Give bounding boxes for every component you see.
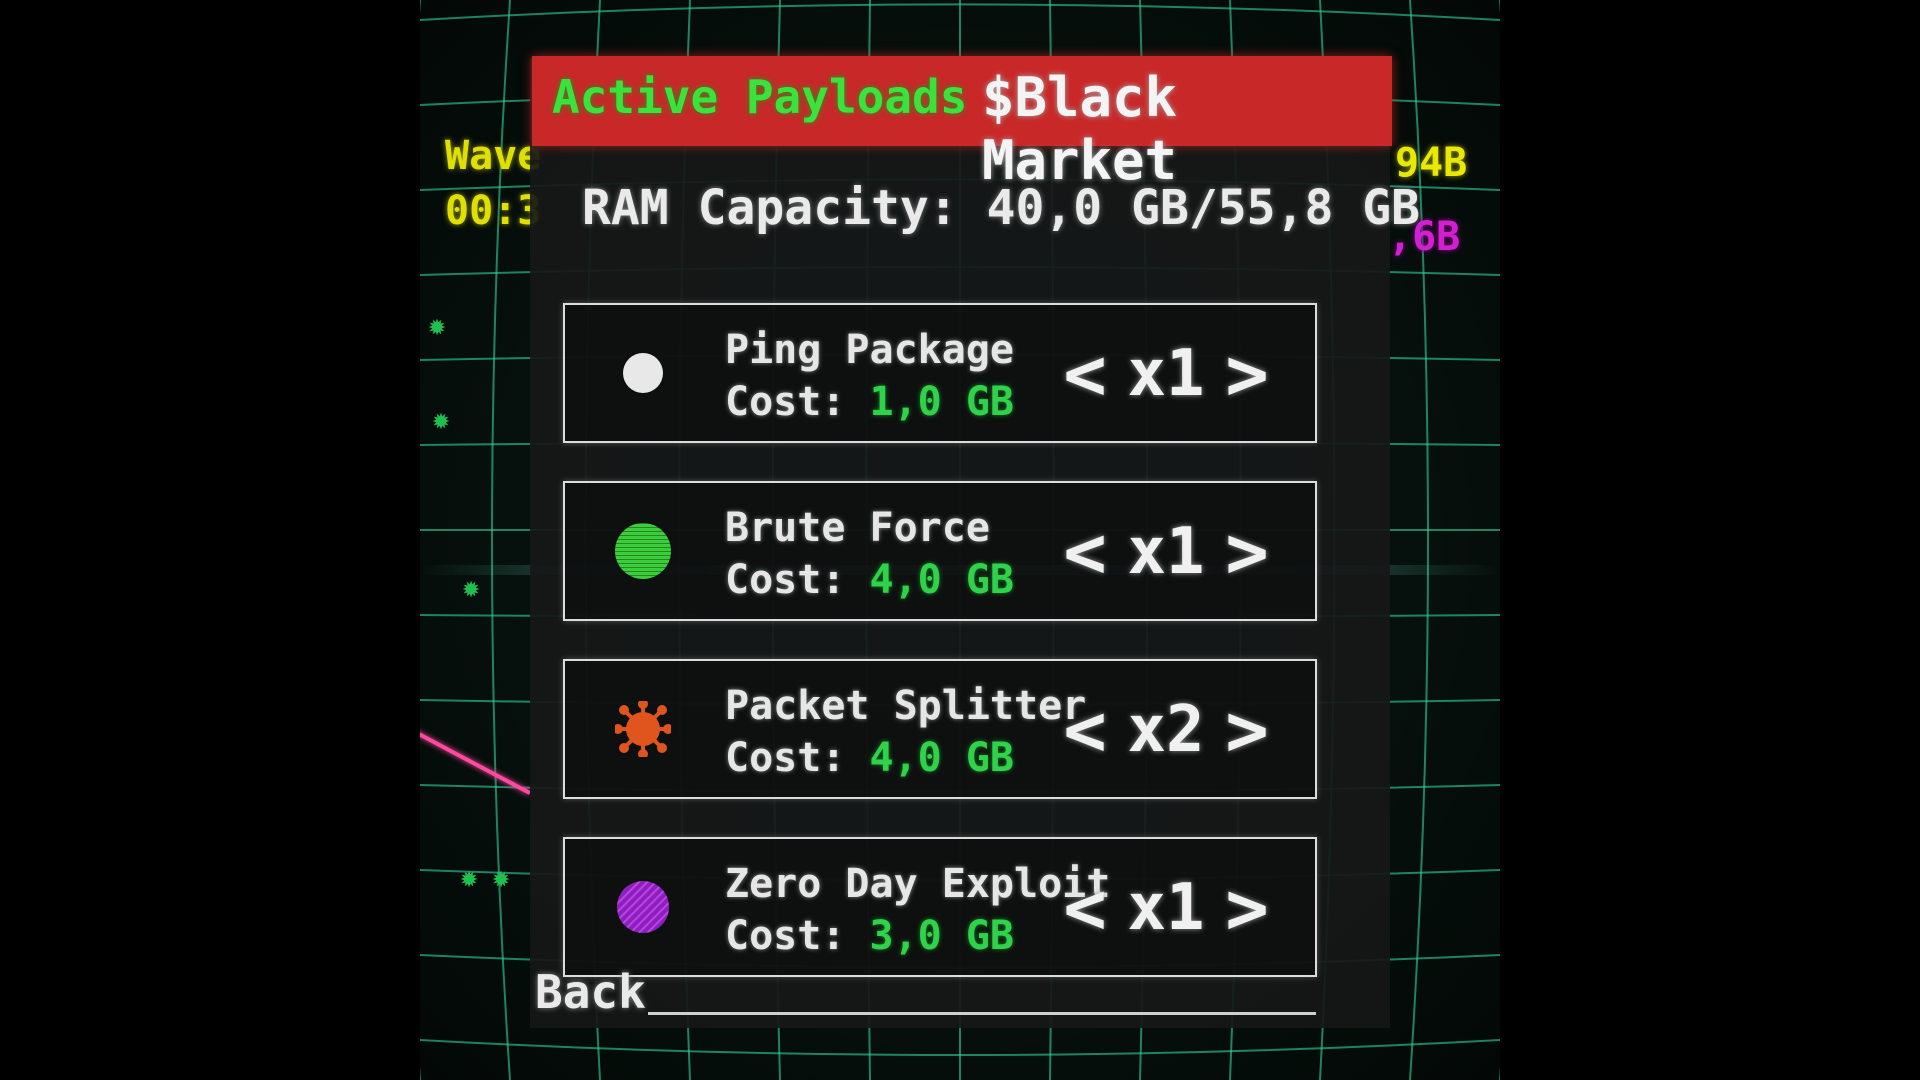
quantity-value: x1: [1127, 515, 1205, 589]
virus-enemy-icon: ✹: [432, 402, 451, 437]
orange-virus-icon: [615, 701, 671, 757]
virus-enemy-icon: ✹: [492, 860, 511, 895]
quantity-stepper: < x2 >: [1060, 693, 1272, 767]
quantity-value: x2: [1127, 693, 1205, 767]
quantity-value: x1: [1127, 337, 1205, 411]
cost-value: 1,0 GB: [869, 379, 1015, 425]
game-screen: Wave 00:3 94B ,6B ✹ ✹ ✹ ✹ ✹ Active Paylo…: [420, 0, 1500, 1080]
item-name: Packet Splitter: [725, 683, 1087, 729]
cost-label: Cost:: [725, 557, 870, 603]
wave-label: Wave: [445, 133, 542, 179]
decrease-quantity-button[interactable]: <: [1060, 694, 1110, 766]
back-button[interactable]: Back: [535, 965, 646, 1019]
quantity-stepper: < x1 >: [1060, 515, 1272, 589]
decrease-quantity-button[interactable]: <: [1060, 516, 1110, 588]
green-circle-icon: [615, 523, 671, 579]
item-cost: Cost: 1,0 GB: [725, 379, 1014, 425]
divider-line: [648, 1012, 1316, 1015]
increase-quantity-button[interactable]: >: [1222, 516, 1272, 588]
tab-bar: Active Payloads $Black Market: [532, 56, 1392, 192]
virus-enemy-icon: ✹: [462, 570, 481, 605]
item-cost: Cost: 4,0 GB: [725, 735, 1014, 781]
wave-timer: 00:3: [445, 188, 542, 234]
shop-item-ping-package: Ping Package Cost: 1,0 GB < x1 >: [563, 303, 1317, 443]
item-cost: Cost: 3,0 GB: [725, 913, 1014, 959]
cost-label: Cost:: [725, 735, 870, 781]
virus-enemy-icon: ✹: [460, 860, 479, 895]
item-name: Brute Force: [725, 505, 990, 551]
ram-capacity-label: RAM Capacity: 40,0 GB/55,8 GB: [582, 180, 1421, 236]
white-dot-icon: [623, 353, 663, 393]
shop-item-brute-force: Brute Force Cost: 4,0 GB < x1 >: [563, 481, 1317, 621]
tab-active-payloads[interactable]: Active Payloads: [552, 70, 967, 124]
cost-value: 3,0 GB: [869, 913, 1015, 959]
increase-quantity-button[interactable]: >: [1222, 872, 1272, 944]
item-name: Ping Package: [725, 327, 1014, 373]
purple-striped-circle-icon: [617, 881, 669, 933]
cost-value: 4,0 GB: [869, 557, 1015, 603]
quantity-stepper: < x1 >: [1060, 871, 1272, 945]
quantity-value: x1: [1127, 871, 1205, 945]
virus-enemy-icon: ✹: [428, 308, 447, 343]
cost-label: Cost:: [725, 379, 870, 425]
quantity-stepper: < x1 >: [1060, 337, 1272, 411]
shop-item-zero-day-exploit: Zero Day Exploit Cost: 3,0 GB < x1 >: [563, 837, 1317, 977]
item-name: Zero Day Exploit: [725, 861, 1111, 907]
tab-black-market[interactable]: $Black Market: [982, 66, 1392, 192]
decrease-quantity-button[interactable]: <: [1060, 338, 1110, 410]
cost-value: 4,0 GB: [869, 735, 1015, 781]
shop-item-packet-splitter: Packet Splitter Cost: 4,0 GB < x2 >: [563, 659, 1317, 799]
item-cost: Cost: 4,0 GB: [725, 557, 1014, 603]
decrease-quantity-button[interactable]: <: [1060, 872, 1110, 944]
increase-quantity-button[interactable]: >: [1222, 338, 1272, 410]
cost-label: Cost:: [725, 913, 870, 959]
increase-quantity-button[interactable]: >: [1222, 694, 1272, 766]
